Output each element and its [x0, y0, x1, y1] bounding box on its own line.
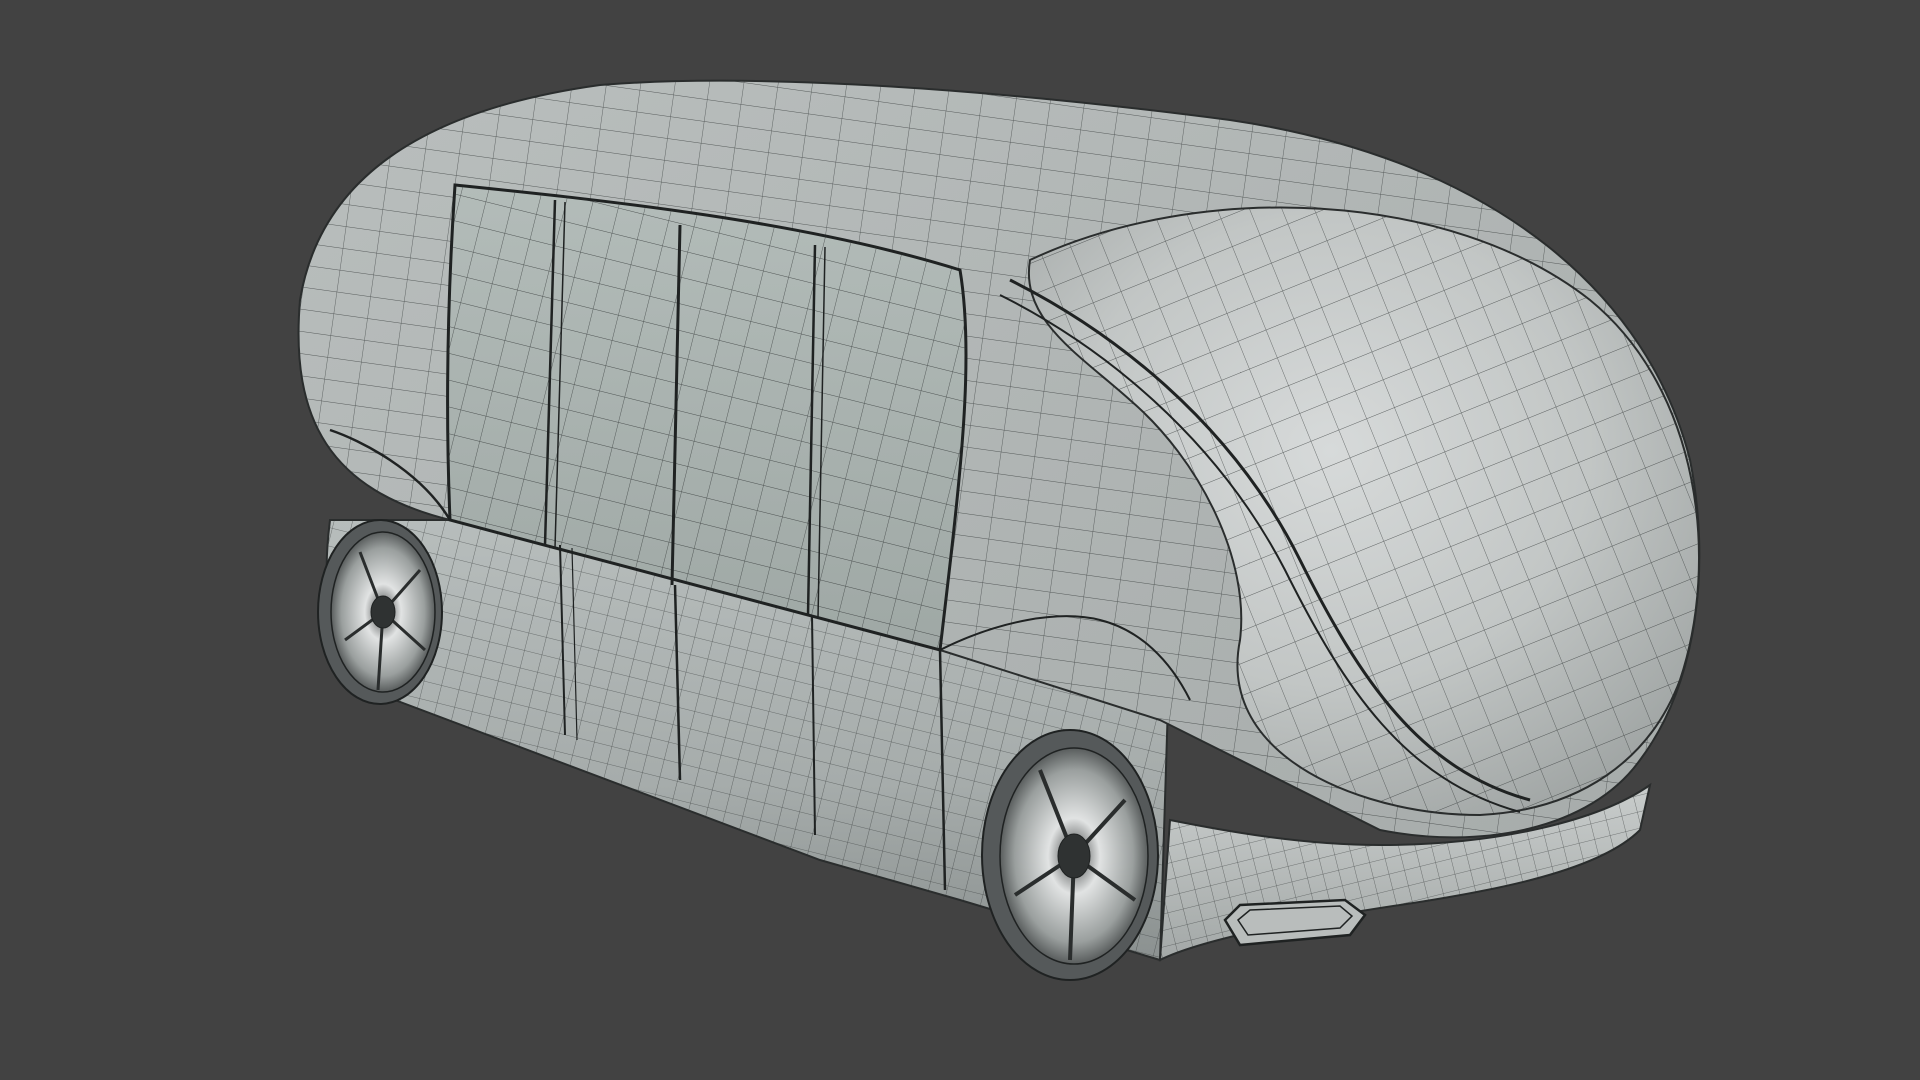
front-light	[1223, 898, 1367, 947]
rear-wheel	[317, 519, 443, 705]
vehicle-wireframe-render	[297, 79, 1701, 981]
front-wheel	[981, 729, 1159, 981]
3d-viewport[interactable]	[0, 0, 1920, 1080]
